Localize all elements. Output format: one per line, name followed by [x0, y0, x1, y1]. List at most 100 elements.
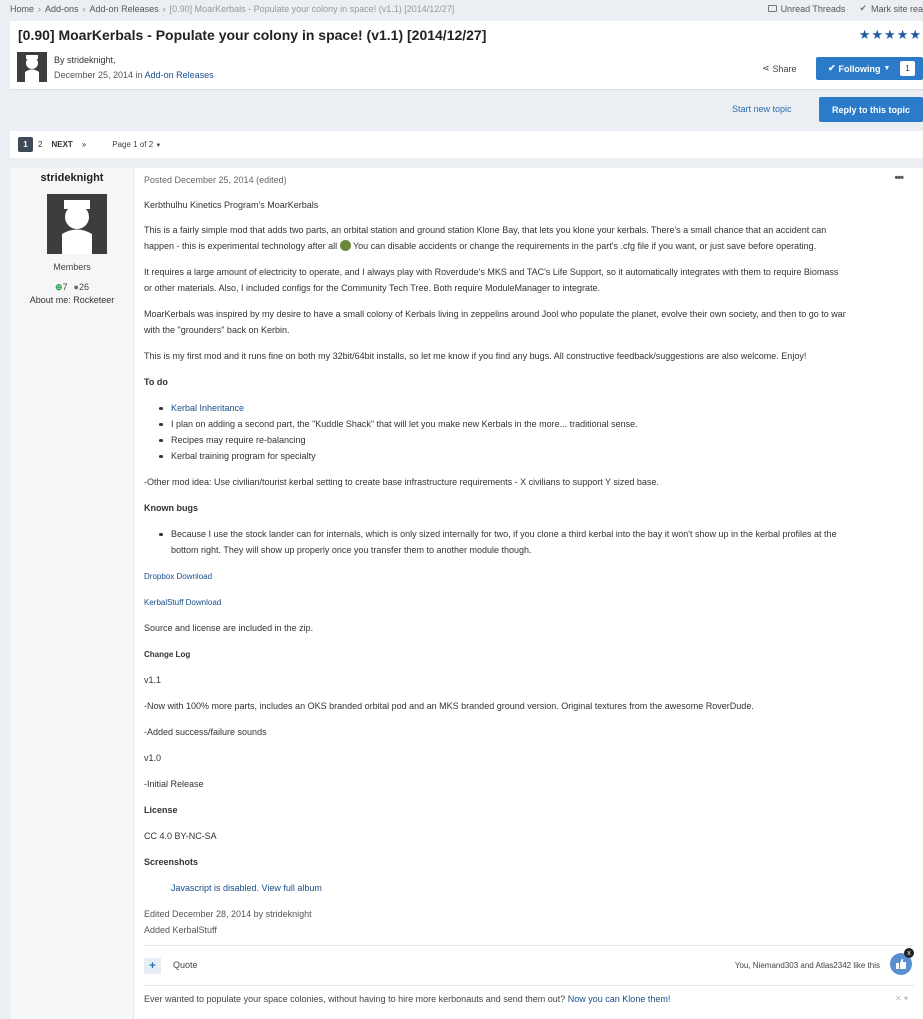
author-name[interactable]: strideknight	[10, 172, 134, 184]
mark-site-read-label: Mark site rea	[870, 3, 923, 14]
follow-count: 1	[900, 61, 915, 76]
star-icon: ★	[909, 27, 921, 42]
text: with the "grounders" back on Kerbin.	[144, 325, 290, 335]
changelog-entry: -Initial Release	[144, 779, 204, 789]
caret-down-icon: ▼	[155, 143, 162, 149]
license-text: CC 4.0 BY-NC-SA	[144, 831, 217, 841]
avatar[interactable]	[47, 194, 107, 254]
chevron-right-icon: ›	[38, 3, 42, 14]
list-item: Recipes may require re-balancing	[160, 432, 911, 448]
star-icon: ★	[871, 27, 884, 42]
chevron-down-icon: ▼	[883, 65, 891, 72]
text: happen - this is experimental technology…	[144, 241, 338, 251]
changelog-entry: -Added success/failure sounds	[144, 727, 267, 737]
post-heading: Kerbthulhu Kinetics Program's MoarKerbal…	[144, 200, 319, 210]
chevron-right-icon: ›	[162, 3, 166, 14]
post-options-icon[interactable]: •••	[894, 172, 904, 184]
author-stats: ⊕7 ●26	[10, 282, 134, 293]
paragraph-first-mod: This is my first mod and it runs fine on…	[144, 351, 807, 361]
changelog-heading: Change Log	[144, 650, 191, 659]
view-album-link[interactable]: Javascript is disabled. View full album	[171, 880, 923, 896]
paragraph-requirements: It requires a large amount of electricit…	[144, 264, 914, 296]
unread-threads-link[interactable]: Unread Threads	[767, 4, 845, 14]
inbox-icon	[767, 5, 777, 12]
signature-text: Ever wanted to populate your space colon…	[144, 994, 566, 1004]
page-2-button[interactable]: 2	[38, 140, 42, 149]
reply-button[interactable]: Reply to this topic	[819, 97, 923, 122]
topic-date: December 25, 2014	[54, 70, 134, 80]
top-links: Unread Threads ✔ Mark site rea	[767, 0, 923, 17]
multiquote-plus-icon[interactable]: +	[144, 958, 161, 974]
quote-button[interactable]: Quote	[173, 960, 198, 970]
kerbalstuff-download-link[interactable]: KerbalStuff Download	[144, 595, 914, 611]
default-avatar-icon	[62, 200, 92, 254]
kerbal-inheritance-link[interactable]: Kerbal Inheritance	[171, 403, 244, 413]
topic-rating[interactable]: ★ ★ ★ ★ ★	[859, 28, 921, 41]
avatar[interactable]	[17, 52, 47, 82]
breadcrumb-current-topic: [0.90] MoarKerbals - Populate your colon…	[169, 3, 455, 14]
other-mod-idea: -Other mod idea: Use civilian/tourist ke…	[144, 477, 659, 487]
signature-options-icon[interactable]: ✕ ▾	[895, 994, 908, 1003]
dropbox-download-link[interactable]: Dropbox Download	[144, 569, 914, 585]
breadcrumb-addon-releases[interactable]: Add-on Releases	[90, 4, 159, 14]
post-count: 26	[78, 282, 89, 292]
page-jump-label: Page 1 of 2	[112, 140, 154, 149]
author-column: strideknight Members ⊕7 ●26 About me: Ro…	[10, 168, 134, 1019]
changelog-entry: -Now with 100% more parts, includes an O…	[144, 701, 754, 711]
edit-reason: Added KerbalStuff	[144, 925, 217, 935]
topic-title: [0.90] MoarKerbals - Populate your colon…	[18, 27, 487, 43]
share-label: Share	[772, 63, 797, 74]
paragraph-inspiration: MoarKerbals was inspired by my desire to…	[144, 306, 914, 338]
signature: Ever wanted to populate your space colon…	[144, 985, 914, 1015]
author-about: About me: Rocketeer	[29, 295, 115, 305]
version-1-1: v1.1	[144, 675, 162, 685]
pagination: 1 2 NEXT » Page 1 of 2 ▼	[10, 131, 923, 158]
text: or other materials. Also, I included con…	[144, 283, 601, 293]
license-heading: License	[144, 805, 178, 815]
list-item: I plan on adding a second part, the "Kud…	[160, 416, 911, 432]
page-jump-dropdown[interactable]: Page 1 of 2 ▼	[112, 140, 161, 149]
text: This is a fairly simple mod that adds tw…	[144, 225, 827, 235]
likes-summary[interactable]: You, Niemand303 and Atlas2342 like this	[735, 961, 880, 970]
page-1-button[interactable]: 1	[18, 137, 33, 152]
post-meta: Posted December 25, 2014 (edited)	[144, 175, 287, 185]
author-group: Members	[53, 262, 91, 272]
breadcrumb-home[interactable]: Home	[10, 4, 34, 14]
default-avatar-icon	[25, 55, 39, 82]
post: strideknight Members ⊕7 ●26 About me: Ro…	[10, 168, 923, 1019]
todo-heading: To do	[144, 377, 168, 387]
star-icon: ★	[884, 27, 896, 42]
post-actions: + Quote You, Niemand303 and Atlas2342 li…	[144, 945, 914, 985]
follow-label: Following	[838, 63, 881, 74]
chevron-right-icon: ›	[82, 3, 86, 14]
list-item: Kerbal Inheritance	[160, 400, 911, 416]
edited-note: Edited December 28, 2014 by strideknight	[144, 909, 312, 919]
start-new-topic-link[interactable]: Start new topic	[732, 104, 792, 114]
plus-circle-icon: ⊕	[54, 282, 63, 292]
topic-author[interactable]: By strideknight,	[54, 55, 116, 65]
text: Because I use the stock lander can for i…	[171, 529, 837, 539]
topic-header: [0.90] MoarKerbals - Populate your colon…	[10, 21, 923, 90]
screenshots-heading: Screenshots	[144, 857, 199, 867]
text: bottom right. They will show up properly…	[171, 545, 532, 555]
version-1-0: v1.0	[144, 753, 162, 763]
star-icon: ★	[858, 27, 871, 42]
text: You can disable accidents or change the …	[352, 241, 817, 251]
paragraph-intro: This is a fairly simple mod that adds tw…	[144, 222, 914, 254]
signature-link[interactable]: Now you can Klone them!	[568, 994, 671, 1004]
follow-button[interactable]: ✔ Following ▼ 1	[816, 57, 923, 80]
next-page-button[interactable]: NEXT	[51, 140, 72, 149]
share-button[interactable]: ⋖ Share	[762, 63, 797, 74]
star-icon: ★	[896, 27, 909, 42]
topic-in: in	[135, 70, 143, 80]
share-icon: ⋖	[762, 63, 770, 73]
source-license-note: Source and license are included in the z…	[144, 623, 314, 633]
emoji-icon	[339, 240, 351, 251]
mark-site-read-link[interactable]: ✔ Mark site rea	[859, 3, 923, 14]
list-item: Kerbal training program for specialty	[160, 448, 911, 464]
topic-forum-link[interactable]: Add-on Releases	[145, 70, 214, 80]
text: It requires a large amount of electricit…	[144, 267, 839, 277]
last-page-button[interactable]: »	[82, 140, 86, 149]
breadcrumb-addons[interactable]: Add-ons	[45, 4, 79, 14]
close-icon[interactable]: x	[904, 948, 914, 958]
